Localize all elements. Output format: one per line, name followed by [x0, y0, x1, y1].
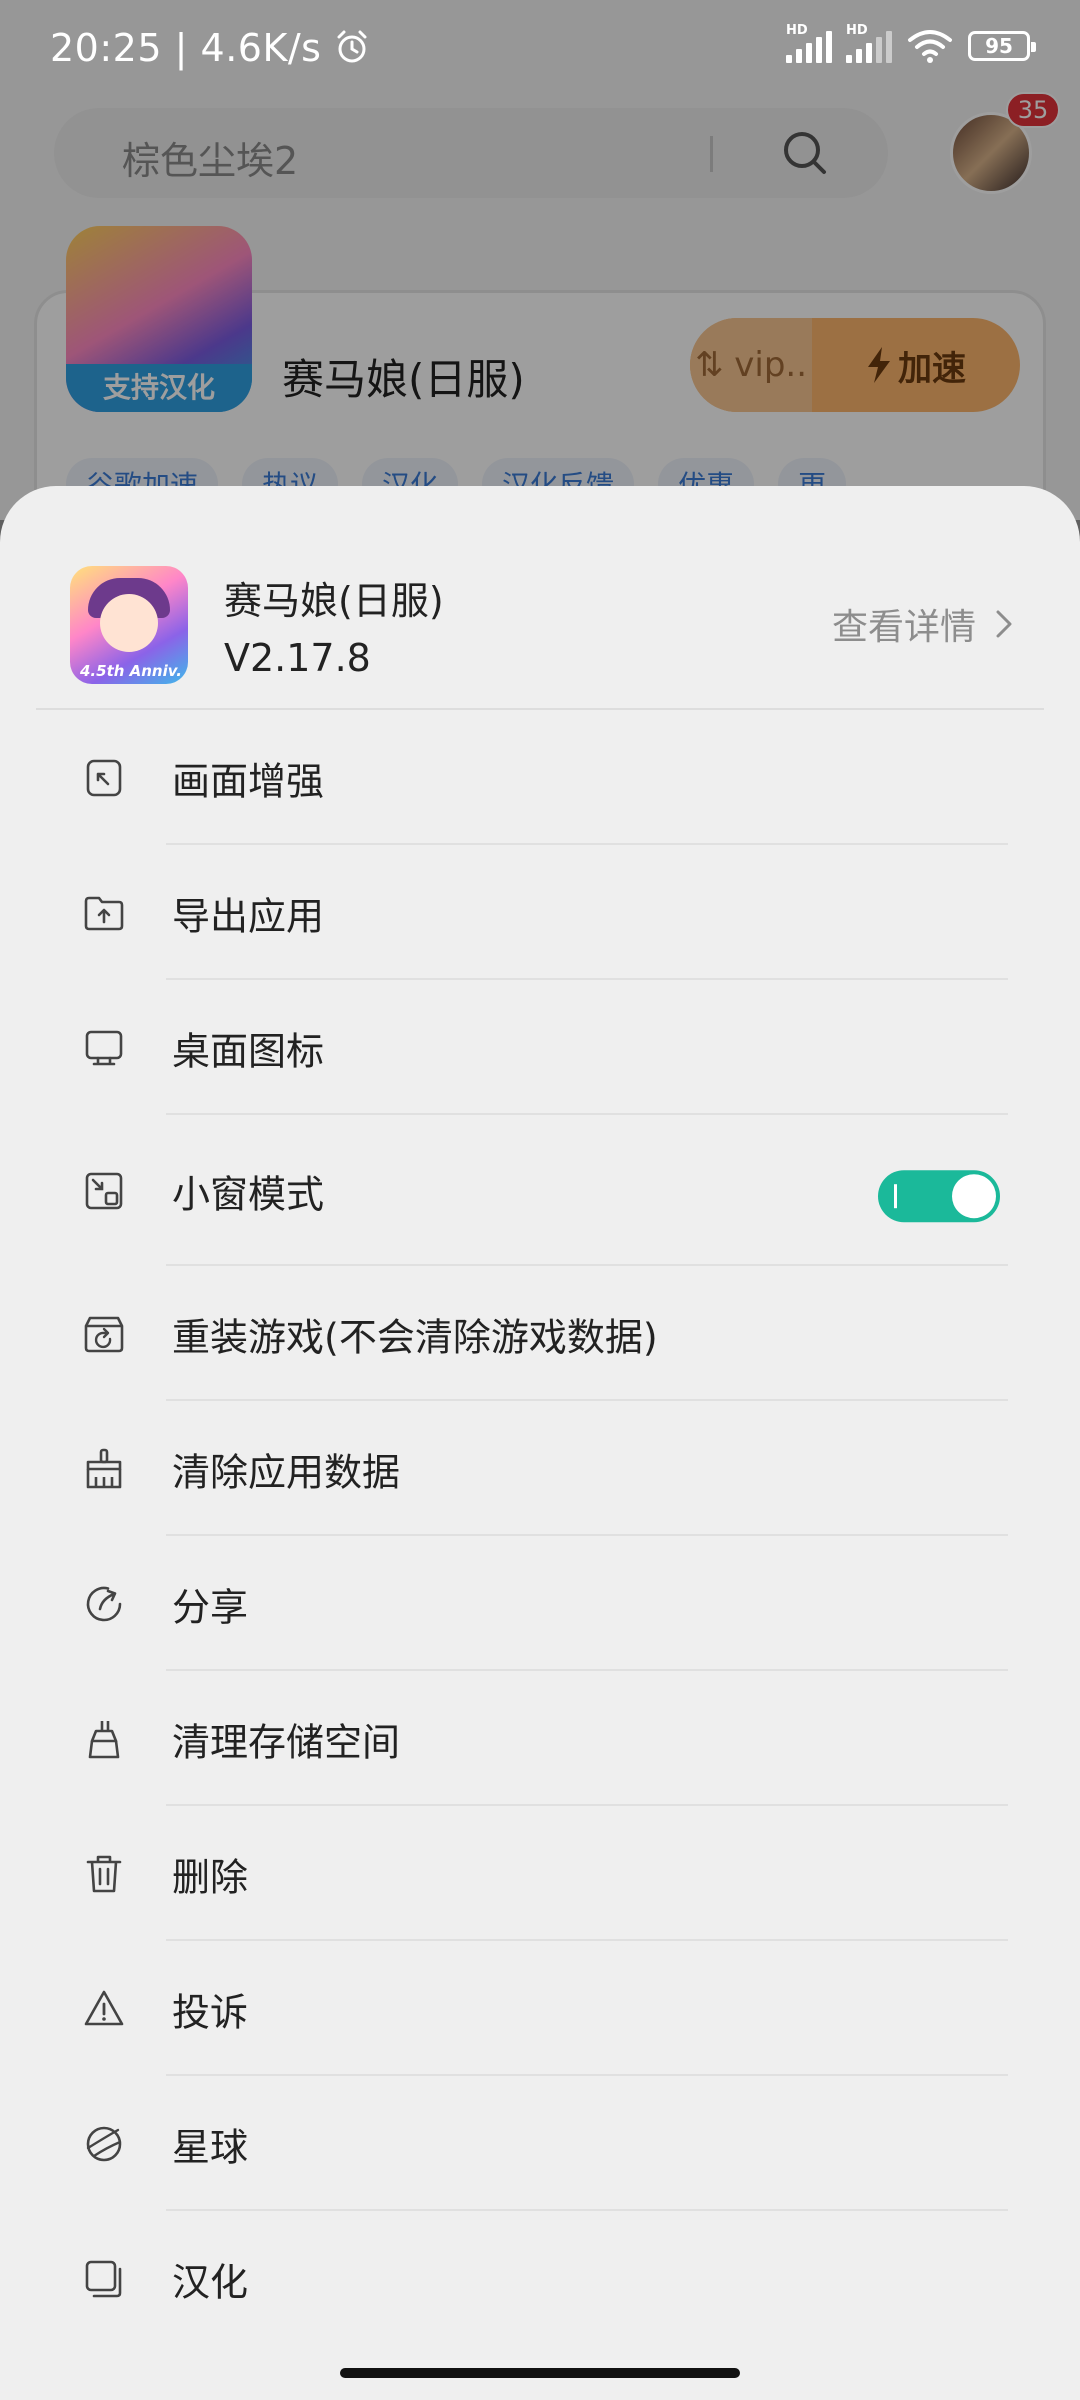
signal-icon-2: HD — [846, 23, 892, 63]
broom-icon — [86, 1448, 122, 1488]
menu-item-label: 分享 — [172, 1585, 249, 1629]
app-header[interactable]: 4.5th Anniv. 赛马娘(日服) V2.17.8 查看详情 — [0, 486, 1080, 710]
app-icon-badge-text: 4.5th Anniv. — [80, 662, 183, 680]
menu-item-label: 桌面图标 — [172, 1029, 325, 1073]
menu-item-label: 星球 — [172, 2125, 249, 2169]
app-name: 赛马娘(日服) — [224, 579, 444, 623]
planet-icon — [86, 2126, 122, 2161]
status-time-group: 20:25 | 4.6K/s — [50, 26, 370, 70]
menu-item-reinstall[interactable]: 重装游戏(不会清除游戏数据) — [0, 1266, 1080, 1401]
wifi-icon — [908, 30, 952, 63]
share-icon — [86, 1586, 122, 1621]
home-indicator[interactable] — [340, 2368, 740, 2378]
status-time: 20:25 — [50, 26, 163, 70]
menu-item-label: 导出应用 — [172, 894, 325, 938]
chevron-right-icon — [996, 610, 1012, 638]
menu-item-label: 汉化 — [172, 2260, 249, 2304]
status-bar: 20:25 | 4.6K/s HD HD 95 — [0, 0, 1080, 100]
menu-item-planet[interactable]: 星球 — [0, 2076, 1080, 2211]
image-enhance-icon — [86, 759, 122, 796]
reinstall-icon — [84, 1316, 124, 1352]
action-menu: 画面增强 导出应用 桌面图标 小窗模式 重装游戏(不会清除游戏数据) 清除应用数… — [0, 710, 1080, 2346]
view-details-label: 查看详情 — [831, 607, 976, 648]
menu-item-share[interactable]: 分享 — [0, 1536, 1080, 1671]
menu-item-label: 重装游戏(不会清除游戏数据) — [172, 1315, 658, 1359]
folder-export-icon — [84, 896, 124, 930]
menu-item-complain[interactable]: 投诉 — [0, 1941, 1080, 2076]
signal-icon-1: HD — [786, 23, 832, 63]
desktop-monitor-icon — [85, 1030, 123, 1065]
toggle-knob — [952, 1173, 996, 1218]
view-details-link[interactable]: 查看详情 — [832, 598, 1014, 650]
menu-item-label: 清除应用数据 — [172, 1450, 401, 1494]
menu-item-label: 画面增强 — [172, 759, 325, 803]
menu-item-clear-data[interactable]: 清除应用数据 — [0, 1401, 1080, 1536]
app-icon: 4.5th Anniv. — [70, 566, 188, 684]
menu-item-delete[interactable]: 删除 — [0, 1806, 1080, 1941]
alarm-icon — [337, 30, 367, 63]
status-right: HD HD 95 — [786, 23, 1036, 64]
small-window-icon — [85, 1172, 123, 1209]
app-version: V2.17.8 — [224, 636, 371, 680]
menu-item-label: 小窗模式 — [172, 1172, 325, 1216]
menu-item-image-enhance[interactable]: 画面增强 — [0, 710, 1080, 845]
menu-item-label: 清理存储空间 — [172, 1720, 401, 1764]
menu-item-export-app[interactable]: 导出应用 — [0, 845, 1080, 980]
status-net-speed: 4.6K/s — [200, 26, 322, 70]
menu-item-small-window[interactable]: 小窗模式 — [0, 1115, 1080, 1266]
menu-item-clean-storage[interactable]: 清理存储空间 — [0, 1671, 1080, 1806]
menu-item-label: 删除 — [172, 1855, 249, 1899]
trash-icon — [86, 1855, 122, 1892]
small-window-toggle[interactable] — [878, 1169, 1000, 1222]
menu-item-desktop-icon[interactable]: 桌面图标 — [0, 980, 1080, 1115]
status-separator: | — [174, 26, 188, 70]
battery-icon: 95 — [968, 31, 1036, 61]
copy-icon — [85, 2260, 122, 2297]
warning-icon — [84, 1990, 124, 2025]
menu-item-localize[interactable]: 汉化 — [0, 2211, 1080, 2346]
brush-clean-icon — [88, 1720, 120, 1758]
menu-item-label: 投诉 — [172, 1990, 249, 2034]
action-sheet: 4.5th Anniv. 赛马娘(日服) V2.17.8 查看详情 画面增强 导… — [0, 486, 1080, 2400]
